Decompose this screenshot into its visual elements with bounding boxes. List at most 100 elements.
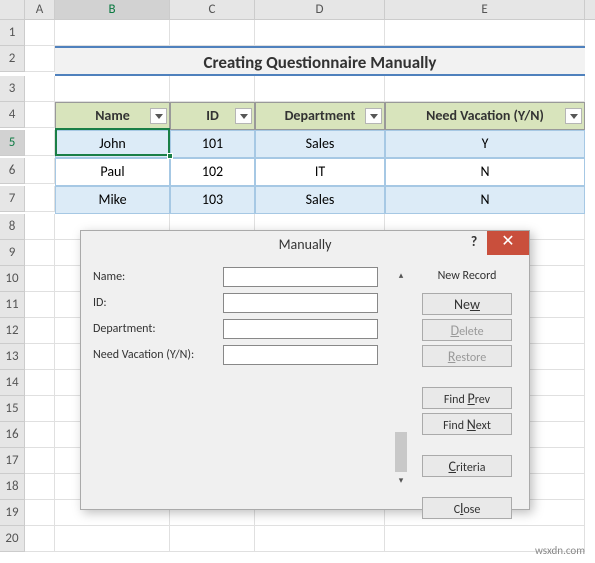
row-header[interactable]: 6 [0,158,25,184]
col-header-e[interactable]: E [385,0,585,20]
cell[interactable] [25,186,55,212]
cell[interactable] [25,396,55,422]
cell[interactable] [25,20,55,46]
data-form-dialog: Manually ? ✕ Name: ID: Department: Need … [80,230,530,510]
th-dept[interactable]: Department [255,102,385,130]
row-header[interactable]: 4 [0,102,25,128]
delete-button[interactable]: Delete [422,319,512,341]
cell[interactable] [385,76,585,102]
help-button[interactable]: ? [461,231,487,257]
watermark: wsxdn.com [535,544,585,557]
cell[interactable] [255,20,385,46]
row-header[interactable]: 10 [0,266,25,292]
row-header[interactable]: 1 [0,20,25,46]
cell-id[interactable]: 102 [170,158,255,186]
row-header[interactable]: 5 [0,130,25,156]
cell-id[interactable]: 101 [170,130,255,158]
input-id[interactable] [223,293,378,313]
cell[interactable] [170,76,255,102]
cell-name[interactable]: Paul [55,158,170,186]
cell-dept[interactable]: IT [255,158,385,186]
close-button[interactable]: Close [422,497,512,519]
find-next-button[interactable]: Find Next [422,413,512,435]
cell[interactable] [25,266,55,292]
cell-vac[interactable]: Y [385,130,585,158]
cell-vac[interactable]: N [385,158,585,186]
row-header[interactable]: 3 [0,76,25,102]
new-button[interactable]: New [422,293,512,315]
filter-icon[interactable] [565,108,582,124]
cell[interactable] [25,370,55,396]
input-dept[interactable] [223,319,378,339]
cell[interactable] [55,526,170,552]
cell-dept[interactable]: Sales [255,186,385,214]
row-header[interactable]: 20 [0,526,25,552]
cell[interactable] [25,448,55,474]
row-header[interactable]: 17 [0,448,25,474]
row-header[interactable]: 13 [0,344,25,370]
col-header-b[interactable]: B [55,0,170,20]
dialog-title-text: Manually [279,236,332,253]
cell[interactable] [55,76,170,102]
cell[interactable] [25,130,55,156]
restore-button[interactable]: Restore [422,345,512,367]
record-scrollbar[interactable]: ▴ ▾ [393,269,409,490]
filter-icon[interactable] [150,108,167,124]
row-header[interactable]: 14 [0,370,25,396]
close-icon[interactable]: ✕ [487,231,529,255]
cell[interactable] [25,76,55,102]
cell-name[interactable]: John [55,130,170,158]
row-header[interactable]: 11 [0,292,25,318]
cell[interactable] [25,474,55,500]
cell[interactable] [25,526,55,552]
row-header[interactable]: 12 [0,318,25,344]
cell[interactable] [25,240,55,266]
cell[interactable] [25,500,55,526]
cell-dept[interactable]: Sales [255,130,385,158]
cell-id[interactable]: 103 [170,186,255,214]
col-header-d[interactable]: D [255,0,385,20]
th-id[interactable]: ID [170,102,255,130]
scroll-up-icon[interactable]: ▴ [393,269,409,285]
cell[interactable] [25,158,55,184]
dialog-titlebar[interactable]: Manually ? ✕ [81,231,529,259]
filter-icon[interactable] [235,108,252,124]
filter-icon[interactable] [365,108,382,124]
find-prev-button[interactable]: Find Prev [422,387,512,409]
col-header-a[interactable]: A [25,0,55,20]
row-header[interactable]: 7 [0,186,25,212]
th-name[interactable]: Name [55,102,170,130]
cell[interactable] [255,526,385,552]
cell[interactable] [25,344,55,370]
input-name[interactable] [223,267,378,287]
cell-name[interactable]: Mike [55,186,170,214]
row-header[interactable]: 15 [0,396,25,422]
cell-vac[interactable]: N [385,186,585,214]
criteria-button[interactable]: Criteria [422,455,512,477]
scroll-thumb[interactable] [395,432,407,472]
row-header[interactable]: 19 [0,500,25,526]
row-header[interactable]: 16 [0,422,25,448]
col-header-c[interactable]: C [170,0,255,20]
cell[interactable] [385,20,585,46]
cell[interactable] [25,214,55,240]
select-all-corner[interactable] [0,0,25,20]
cell[interactable] [25,422,55,448]
scroll-down-icon[interactable]: ▾ [393,474,409,490]
th-vac[interactable]: Need Vacation (Y/N) [385,102,585,130]
cell[interactable] [170,526,255,552]
input-vac[interactable] [223,345,378,365]
cell[interactable] [255,76,385,102]
cell[interactable] [25,292,55,318]
row-header[interactable]: 9 [0,240,25,266]
cell[interactable] [25,318,55,344]
title-cell[interactable]: Creating Questionnaire Manually [55,46,585,76]
fill-handle[interactable] [167,153,173,159]
row-header[interactable]: 2 [0,46,25,72]
cell[interactable] [55,20,170,46]
cell[interactable] [25,102,55,128]
cell[interactable] [170,20,255,46]
cell[interactable] [25,46,55,72]
row-header[interactable]: 8 [0,214,25,240]
row-header[interactable]: 18 [0,474,25,500]
